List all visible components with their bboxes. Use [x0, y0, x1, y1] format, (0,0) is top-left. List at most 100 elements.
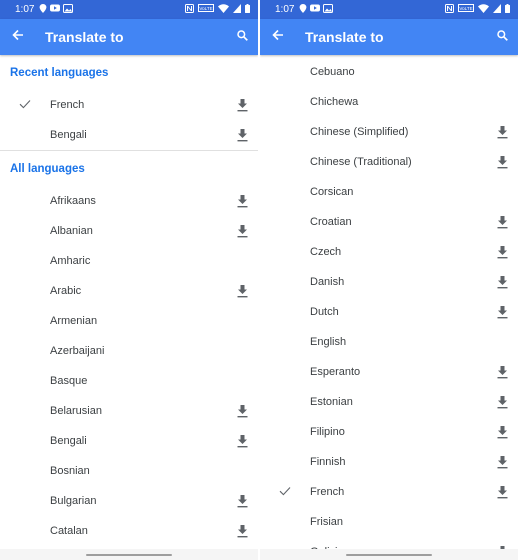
- page-title: Translate to: [305, 29, 384, 45]
- download-icon[interactable]: [236, 404, 248, 418]
- language-label: Esperanto: [310, 366, 361, 378]
- language-item[interactable]: Bulgarian: [0, 486, 258, 516]
- nav-bar: [0, 549, 258, 560]
- language-item[interactable]: Corsican: [260, 177, 518, 207]
- language-item[interactable]: Chinese (Simplified): [260, 117, 518, 147]
- download-icon[interactable]: [496, 305, 508, 319]
- download-icon[interactable]: [236, 284, 248, 298]
- download-icon[interactable]: [496, 485, 508, 499]
- language-label: Croatian: [310, 216, 352, 228]
- language-item[interactable]: Estonian: [260, 387, 518, 417]
- language-label: Basque: [50, 375, 88, 387]
- download-icon[interactable]: [496, 245, 508, 259]
- language-item[interactable]: French: [260, 477, 518, 507]
- home-gesture-pill[interactable]: [346, 553, 432, 556]
- battery-icon: [245, 3, 250, 16]
- language-item[interactable]: Chichewa: [260, 87, 518, 117]
- language-item[interactable]: Frisian: [260, 507, 518, 537]
- language-label: Corsican: [310, 186, 354, 198]
- language-item[interactable]: Finnish: [260, 447, 518, 477]
- language-label: Bosnian: [50, 465, 90, 477]
- language-label: Chichewa: [310, 96, 359, 108]
- language-label: Bulgarian: [50, 495, 97, 507]
- download-icon[interactable]: [496, 215, 508, 229]
- gallery-icon: [63, 3, 74, 16]
- page-title: Translate to: [45, 29, 124, 45]
- download-icon[interactable]: [496, 395, 508, 409]
- check-icon: [278, 485, 292, 499]
- language-item[interactable]: Cebuano: [260, 57, 518, 87]
- language-item[interactable]: Dutch: [260, 297, 518, 327]
- language-item[interactable]: Bosnian: [0, 456, 258, 486]
- status-time: 1:07: [275, 4, 295, 15]
- language-item[interactable]: Chinese (Traditional): [260, 147, 518, 177]
- app-bar: Translate to: [260, 19, 518, 55]
- language-item[interactable]: Filipino: [260, 417, 518, 447]
- language-item[interactable]: Bengali: [0, 120, 258, 150]
- wifi-icon: [478, 3, 489, 16]
- language-label: Arabic: [50, 285, 82, 297]
- download-icon[interactable]: [236, 524, 248, 538]
- language-label: Czech: [310, 246, 342, 258]
- language-label: Filipino: [310, 426, 345, 438]
- language-label: Azerbaijani: [50, 345, 105, 357]
- language-label: Cebuano: [310, 66, 355, 78]
- language-item[interactable]: Amharic: [0, 246, 258, 276]
- check-icon: [18, 98, 32, 112]
- download-icon[interactable]: [496, 155, 508, 169]
- language-label: Bengali: [50, 129, 87, 141]
- language-label: Estonian: [310, 396, 353, 408]
- language-item[interactable]: Esperanto: [260, 357, 518, 387]
- download-icon[interactable]: [236, 224, 248, 238]
- language-label: Bengali: [50, 435, 87, 447]
- language-item[interactable]: Arabic: [0, 276, 258, 306]
- home-gesture-pill[interactable]: [86, 553, 172, 556]
- download-icon[interactable]: [496, 455, 508, 469]
- language-label: Belarusian: [50, 405, 102, 417]
- language-item[interactable]: Catalan: [0, 516, 258, 546]
- back-button[interactable]: [0, 19, 36, 55]
- language-item[interactable]: Bengali: [0, 426, 258, 456]
- search-icon: [236, 28, 248, 46]
- download-icon[interactable]: [236, 194, 248, 208]
- language-label: Amharic: [50, 255, 91, 267]
- language-item[interactable]: French: [0, 90, 258, 120]
- language-item[interactable]: Albanian: [0, 216, 258, 246]
- download-icon[interactable]: [496, 425, 508, 439]
- download-icon[interactable]: [496, 365, 508, 379]
- section-header: All languages: [10, 162, 85, 175]
- language-item[interactable]: Basque: [0, 366, 258, 396]
- language-label: French: [50, 99, 85, 111]
- download-icon[interactable]: [236, 98, 248, 112]
- language-label: Finnish: [310, 456, 346, 468]
- status-time: 1:07: [15, 4, 35, 15]
- language-label: English: [310, 336, 347, 348]
- arrow-back-icon: [12, 28, 24, 46]
- status-bar: 1:07 VoLTE: [0, 0, 258, 19]
- language-label: Dutch: [310, 306, 339, 318]
- download-icon[interactable]: [236, 128, 248, 142]
- language-item[interactable]: Danish: [260, 267, 518, 297]
- back-button[interactable]: [260, 19, 296, 55]
- language-label: French: [310, 486, 345, 498]
- volte-icon: VoLTE: [458, 4, 474, 15]
- nfc-icon: [185, 3, 194, 16]
- search-button[interactable]: [226, 19, 258, 55]
- signal-icon: [233, 3, 241, 16]
- download-icon[interactable]: [496, 125, 508, 139]
- section-header: Recent languages: [10, 66, 109, 79]
- language-item[interactable]: Armenian: [0, 306, 258, 336]
- language-item[interactable]: Afrikaans: [0, 186, 258, 216]
- language-item[interactable]: Czech: [260, 237, 518, 267]
- language-item[interactable]: Croatian: [260, 207, 518, 237]
- language-item[interactable]: Belarusian: [0, 396, 258, 426]
- language-item[interactable]: English: [260, 327, 518, 357]
- svg-text:VoLTE: VoLTE: [459, 6, 472, 11]
- language-item[interactable]: Azerbaijani: [0, 336, 258, 366]
- search-button[interactable]: [486, 19, 518, 55]
- download-icon[interactable]: [496, 275, 508, 289]
- download-icon[interactable]: [236, 434, 248, 448]
- download-icon[interactable]: [236, 494, 248, 508]
- language-label: Armenian: [50, 315, 98, 327]
- battery-icon: [505, 3, 510, 16]
